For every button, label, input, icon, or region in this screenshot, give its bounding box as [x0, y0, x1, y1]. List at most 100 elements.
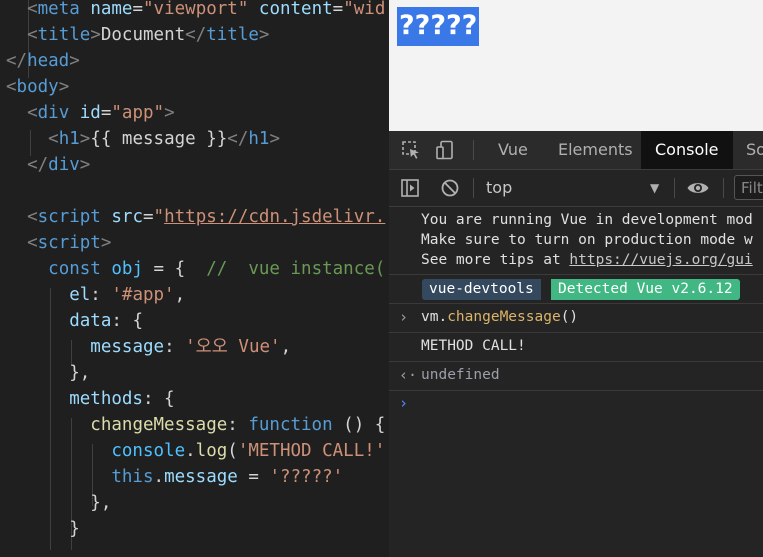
command-parens: (): [560, 309, 579, 325]
tips-link[interactable]: https://vuejs.org/gui: [569, 252, 752, 268]
code-token: div: [37, 103, 70, 123]
code-line[interactable]: console.log('METHOD CALL!': [6, 438, 385, 464]
code-line[interactable]: data: {: [6, 308, 143, 334]
code-token: .: [153, 467, 165, 487]
code-token: ,: [174, 285, 186, 305]
vue-devtools-row: vue-devtools Detected Vue v2.6.12: [389, 274, 763, 303]
code-token: >: [58, 77, 70, 97]
code-token: '오오 Vue': [185, 337, 281, 357]
clear-console-icon[interactable]: [440, 178, 460, 198]
code-token: // vue instance(: [206, 259, 386, 279]
code-line[interactable]: this.message = '?????': [6, 464, 343, 490]
command-text: vm.changeMessage(): [421, 309, 578, 325]
code-token: body: [16, 77, 59, 97]
code-token: message: [164, 467, 238, 487]
code-token: obj: [100, 259, 143, 279]
code-token: (: [227, 441, 238, 461]
code-token: <: [27, 207, 38, 227]
code-line[interactable]: <script>: [6, 230, 111, 256]
code-token: >: [69, 51, 80, 71]
detected-vue-badge: Detected Vue v2.6.12: [551, 279, 740, 300]
sidebar-toggle-icon[interactable]: [400, 178, 420, 198]
code-token: >: [269, 129, 280, 149]
code-token: ,: [280, 337, 292, 357]
toolbar-separator: [473, 178, 474, 198]
code-token: src: [100, 207, 143, 227]
result-chevron-icon: ‹·: [399, 366, 418, 384]
code-line[interactable]: changeMessage: function () {: [6, 412, 385, 438]
code-token: >: [100, 233, 112, 253]
code-line[interactable]: <meta name="viewport" content="wid: [6, 0, 385, 22]
code-line[interactable]: <div id="app">: [6, 100, 175, 126]
tab-vue[interactable]: Vue: [498, 131, 528, 169]
code-token: '#app': [111, 285, 175, 305]
code-line[interactable]: <body>: [6, 74, 69, 100]
code-editor[interactable]: <meta name="viewport" content="wid <titl…: [0, 0, 389, 557]
code-line[interactable]: <title>Document</title>: [6, 22, 269, 48]
code-line[interactable]: </div>: [6, 152, 90, 178]
code-token: </: [227, 129, 249, 149]
code-token: <: [27, 103, 38, 123]
code-line[interactable]: },: [6, 360, 90, 386]
code-token: =: [100, 103, 112, 123]
code-token: "wid: [343, 0, 386, 19]
toolbar-separator: [674, 178, 675, 198]
code-token: () {: [332, 415, 386, 435]
code-line[interactable]: },: [6, 490, 111, 516]
code-token: script: [37, 233, 101, 253]
console-filter-input[interactable]: Filte: [734, 175, 763, 200]
code-token: this: [111, 467, 154, 487]
tab-separator: [473, 140, 474, 160]
code-token: script: [37, 207, 101, 227]
code-token: <: [6, 77, 17, 97]
code-line[interactable]: }: [6, 516, 80, 542]
code-token: }: [6, 519, 80, 539]
tab-elements[interactable]: Elements: [558, 131, 633, 169]
console-toolbar: top ▼ Filte: [389, 170, 763, 207]
code-token: div: [48, 155, 80, 175]
code-token: h1: [58, 129, 80, 149]
code-token: {{ message }}: [90, 129, 228, 149]
code-token: name: [79, 0, 133, 19]
code-token: },: [6, 363, 91, 383]
code-token: const: [48, 259, 101, 279]
code-line[interactable]: const obj = { // vue instance(: [6, 256, 385, 282]
context-selector[interactable]: top ▼: [486, 170, 662, 206]
console-log-row: METHOD CALL!: [389, 332, 763, 361]
code-token: changeMessage: [90, 415, 228, 435]
live-expression-eye-icon[interactable]: [686, 178, 710, 198]
code-line[interactable]: methods: {: [6, 386, 174, 412]
code-line[interactable]: <h1>{{ message }}</h1>: [6, 126, 280, 152]
code-line[interactable]: </head>: [6, 48, 80, 74]
code-line[interactable]: <script src="https://cdn.jsdelivr.: [6, 204, 385, 230]
code-token: "app": [111, 103, 165, 123]
console-prompt-row[interactable]: ›: [389, 390, 763, 421]
device-toolbar-icon[interactable]: [435, 140, 455, 160]
tab-console[interactable]: Console: [641, 131, 733, 169]
code-token: console: [111, 441, 186, 461]
code-token: https://cdn.jsdelivr.: [164, 207, 386, 227]
command-method: changeMessage: [447, 309, 561, 325]
code-token: title: [206, 25, 259, 45]
tab-sources[interactable]: So: [746, 131, 763, 169]
code-token: message: [90, 337, 165, 357]
console-result-row: ‹· undefined: [389, 361, 763, 390]
devtools-tab-bar: Vue Elements Console So: [389, 131, 763, 170]
code-token: >: [164, 103, 175, 123]
code-line[interactable]: message: '오오 Vue',: [6, 334, 291, 360]
code-token: id: [69, 103, 101, 123]
code-token: = {: [143, 259, 207, 279]
code-token: content: [248, 0, 333, 19]
dropdown-arrow-icon: ▼: [650, 181, 660, 195]
inspect-element-icon[interactable]: [401, 140, 421, 160]
devtools-panel: Vue Elements Console So top ▼ Filte You …: [389, 131, 763, 557]
code-token: 'METHOD CALL!': [237, 441, 386, 461]
code-line[interactable]: el: '#app',: [6, 282, 185, 308]
